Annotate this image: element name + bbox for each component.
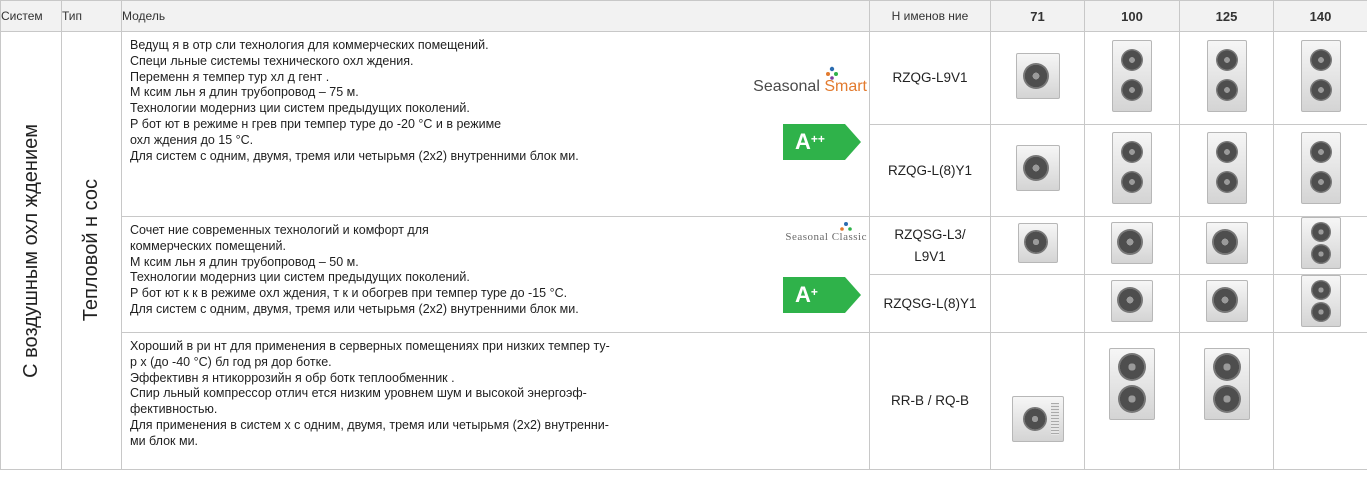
- description-text: Хороший в ри нт для применения в серверн…: [130, 339, 610, 448]
- product-table: Систем Тип Модель Н именов ние 71 100 12…: [0, 0, 1367, 470]
- unit-image: [1084, 216, 1180, 275]
- unit-image: [1084, 124, 1180, 217]
- header-capacity-71: 71: [990, 0, 1085, 32]
- description-cell: Хороший в ри нт для применения в серверн…: [121, 332, 870, 470]
- unit-image: [1179, 274, 1274, 333]
- header-model: Модель: [121, 0, 870, 32]
- logo-dots-icon: [840, 222, 852, 231]
- unit-image: [1084, 332, 1180, 470]
- system-label: С воздушным охл ждением: [19, 123, 42, 378]
- model-name: RR-B / RQ-B: [869, 332, 991, 470]
- seasonal-smart-logo: Seasonal Smart: [753, 66, 867, 96]
- seasonal-classic-logo: Seasonal Classic: [785, 222, 867, 243]
- model-name: RZQG-L(8)Y1: [869, 124, 991, 217]
- unit-image: [1179, 332, 1274, 470]
- table-row: Хороший в ри нт для применения в серверн…: [1, 332, 1367, 470]
- description-text: Сочет ние современных технологий и комфо…: [130, 223, 579, 316]
- unit-image: [990, 124, 1085, 217]
- unit-image-empty: [1273, 332, 1367, 470]
- energy-class-badge: A+: [783, 277, 861, 313]
- type-cell: Тепловой н сос: [61, 31, 122, 470]
- unit-image: [990, 332, 1085, 470]
- description-cell: Ведущ я в отр сли технология для коммерч…: [121, 31, 870, 217]
- model-name: RZQSG-L3/ L9V1: [869, 216, 991, 275]
- unit-image: [1273, 124, 1367, 217]
- header-system: Систем: [0, 0, 62, 32]
- unit-image: [1179, 124, 1274, 217]
- table-row: Сочет ние современных технологий и комфо…: [1, 216, 1367, 333]
- model-name: RZQSG-L(8)Y1: [869, 274, 991, 333]
- model-name: RZQG-L9V1: [869, 31, 991, 125]
- header-row: Систем Тип Модель Н именов ние 71 100 12…: [0, 0, 1367, 32]
- description-cell: Сочет ние современных технологий и комфо…: [121, 216, 870, 333]
- unit-image: [1179, 31, 1274, 125]
- system-cell: С воздушным охл ждением: [0, 31, 62, 470]
- unit-image: [1179, 216, 1274, 275]
- table-row: С воздушным охл ждением Тепловой н сос В…: [0, 31, 1367, 470]
- energy-class-badge: A++: [783, 124, 861, 160]
- unit-image: [1273, 274, 1367, 333]
- header-type: Тип: [61, 0, 122, 32]
- unit-image: [990, 216, 1085, 275]
- unit-image-empty: [990, 274, 1085, 333]
- description-text: Ведущ я в отр сли технология для коммерч…: [130, 38, 579, 163]
- header-capacity-140: 140: [1273, 0, 1367, 32]
- header-name: Н именов ние: [869, 0, 991, 32]
- unit-image: [1273, 216, 1367, 275]
- unit-image: [1084, 31, 1180, 125]
- unit-image: [1273, 31, 1367, 125]
- logo-dots-icon: [826, 66, 838, 80]
- header-capacity-100: 100: [1084, 0, 1180, 32]
- type-label: Тепловой н сос: [80, 179, 102, 322]
- unit-image: [1084, 274, 1180, 333]
- unit-image: [990, 31, 1085, 125]
- header-capacity-125: 125: [1179, 0, 1274, 32]
